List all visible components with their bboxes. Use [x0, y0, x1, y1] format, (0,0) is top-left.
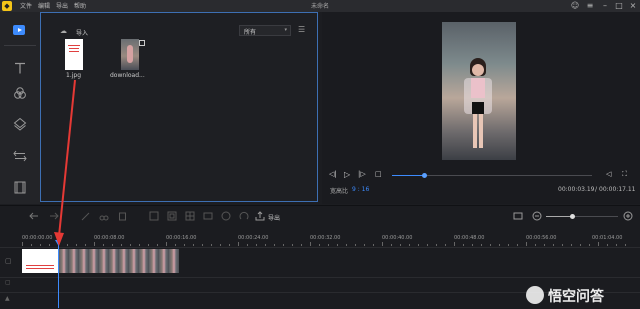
arrow-line: [58, 79, 76, 237]
watermark-logo: [526, 286, 544, 304]
watermark-text: 悟空问答: [548, 289, 604, 305]
annotation-arrow: [54, 79, 76, 246]
arrow-head: [54, 232, 64, 246]
